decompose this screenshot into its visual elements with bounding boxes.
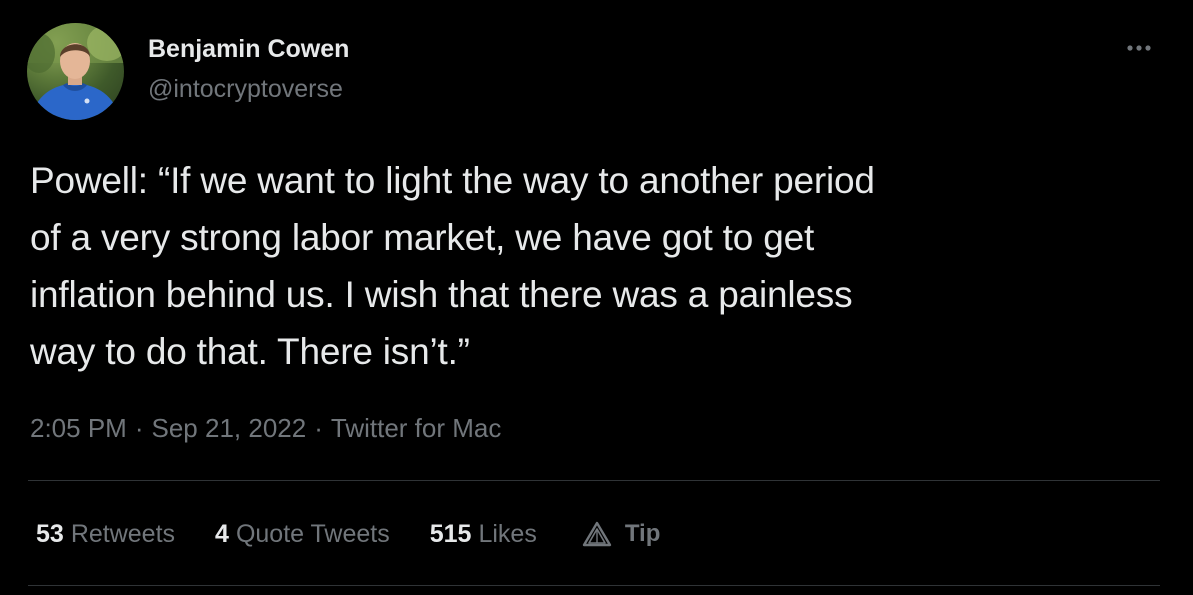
retweets-count: 53 <box>36 520 64 548</box>
author-display-name[interactable]: Benjamin Cowen <box>148 34 349 64</box>
divider <box>28 480 1160 481</box>
tip-button[interactable]: Tip <box>581 517 661 551</box>
tweet-stats: 53 Retweets 4 Quote Tweets 515 Likes Tip <box>36 517 660 551</box>
tweet-meta: 2:05 PM · Sep 21, 2022 · Twitter for Mac <box>30 411 501 445</box>
quote-tweets-label: Quote Tweets <box>235 520 390 548</box>
quote-tweets-stat[interactable]: 4 Quote Tweets <box>215 517 390 551</box>
likes-label: Likes <box>478 520 537 548</box>
more-options-icon <box>1127 45 1151 51</box>
avatar[interactable] <box>27 23 124 120</box>
tip-icon <box>582 521 612 547</box>
likes-count: 515 <box>429 520 472 548</box>
tweet-timestamp-time[interactable]: 2:05 PM <box>30 413 127 443</box>
author-handle[interactable]: @intocryptoverse <box>148 74 349 104</box>
likes-stat[interactable]: 515 Likes <box>430 517 537 551</box>
tweet-source[interactable]: Twitter for Mac <box>331 413 501 443</box>
tweet-card: Benjamin Cowen @intocryptoverse Powell: … <box>0 0 1193 595</box>
retweets-label: Retweets <box>70 520 176 548</box>
tweet-timestamp-date[interactable]: Sep 21, 2022 <box>152 413 307 443</box>
meta-separator: · <box>134 413 144 443</box>
quote-tweets-count: 4 <box>215 520 229 548</box>
tip-label: Tip <box>624 520 661 547</box>
meta-separator: · <box>314 413 323 443</box>
author-block: Benjamin Cowen @intocryptoverse <box>148 34 349 104</box>
retweets-stat[interactable]: 53 Retweets <box>36 517 175 551</box>
divider <box>28 585 1160 586</box>
tweet-text: Powell: “If we want to light the way to … <box>30 160 875 372</box>
more-options-button[interactable] <box>1124 36 1160 60</box>
avatar-image <box>27 23 124 120</box>
